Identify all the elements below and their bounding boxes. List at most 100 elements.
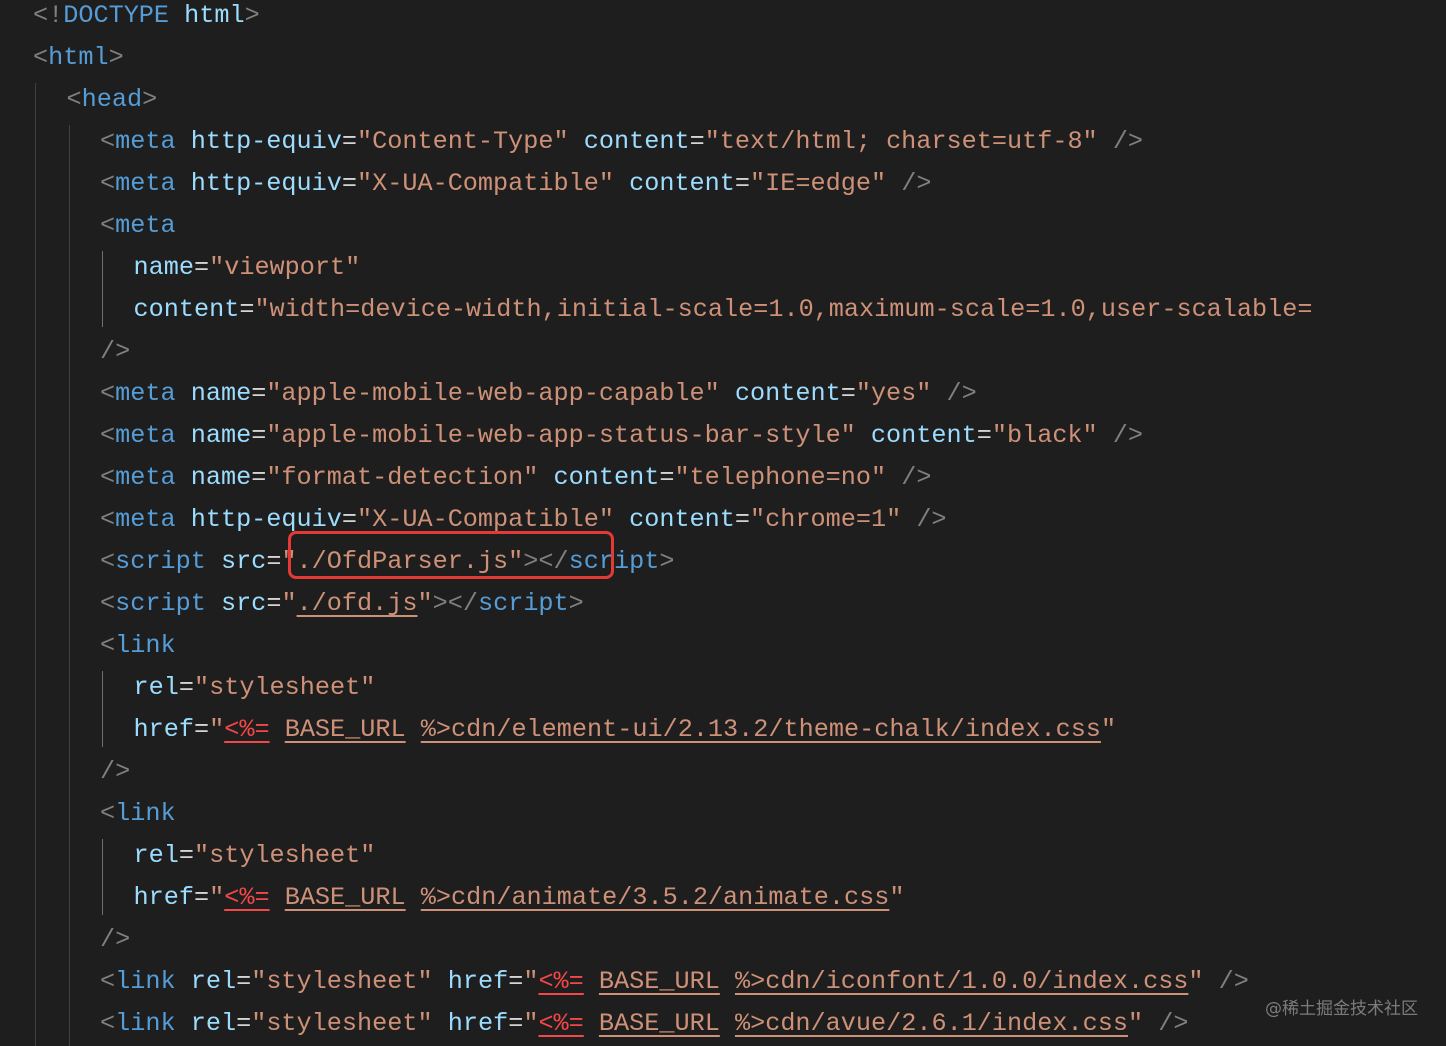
code-token: = xyxy=(341,127,357,156)
code-token: < xyxy=(100,169,116,198)
code-token: "viewport" xyxy=(209,253,361,282)
code-token: script xyxy=(477,589,569,618)
indent-guide xyxy=(35,83,36,1046)
code-token: " xyxy=(209,715,225,744)
code-token: href xyxy=(447,967,509,996)
code-token: = xyxy=(236,1009,252,1038)
watermark: @稀土掘金技术社区 xyxy=(1265,999,1418,1019)
code-line[interactable]: <meta http-equiv="Content-Type" content=… xyxy=(100,121,1143,163)
code-token: = xyxy=(193,883,210,912)
code-line[interactable]: <meta http-equiv="X-UA-Compatible" conte… xyxy=(100,499,947,541)
code-token: = xyxy=(236,967,252,996)
code-token: = xyxy=(341,505,357,534)
code-token: = xyxy=(178,841,194,870)
code-token: = xyxy=(193,253,210,282)
code-token: = xyxy=(734,505,751,534)
code-token: < xyxy=(100,967,116,996)
code-token: script xyxy=(115,589,206,618)
code-token: meta xyxy=(115,421,176,450)
code-token: "X-UA-Compatible" xyxy=(357,505,614,534)
code-token: html xyxy=(48,43,109,72)
code-token: BASE_URL xyxy=(598,967,720,996)
code-token: < xyxy=(100,799,116,828)
code-token: < xyxy=(100,379,116,408)
code-token: > xyxy=(142,85,158,114)
code-token: "stylesheet" xyxy=(193,841,376,870)
code-token: "width=device-width,initial-scale=1.0,ma… xyxy=(254,295,1313,324)
code-token: < xyxy=(100,1009,116,1038)
code-token: link xyxy=(115,631,176,660)
code-token: rel xyxy=(190,967,237,996)
code-token: meta xyxy=(115,211,176,240)
code-token: = xyxy=(266,547,282,576)
code-token: = xyxy=(251,379,267,408)
code-line[interactable]: /> xyxy=(100,751,130,793)
code-line[interactable]: /> xyxy=(100,331,130,373)
code-line[interactable]: <script src="./ofd.js"></script> xyxy=(100,583,584,625)
code-token: content xyxy=(553,463,660,492)
indent-guide xyxy=(68,125,70,1046)
code-token: BASE_URL xyxy=(284,715,406,744)
code-line[interactable]: <html> xyxy=(33,37,124,79)
code-line[interactable]: <meta name="apple-mobile-web-app-capable… xyxy=(100,373,977,415)
code-token: > xyxy=(108,43,124,72)
code-token: ></ xyxy=(432,589,478,618)
code-token: meta xyxy=(115,379,176,408)
code-token: > xyxy=(659,547,675,576)
code-token: "Content-Type" xyxy=(357,127,569,156)
code-token: "telephone=no" xyxy=(674,463,887,492)
code-token: content xyxy=(734,379,841,408)
code-line[interactable]: <meta xyxy=(100,205,176,247)
code-line[interactable]: name="viewport" xyxy=(134,247,361,289)
code-line[interactable]: rel="stylesheet" xyxy=(134,835,376,877)
code-token: < xyxy=(33,43,49,72)
code-token: /> xyxy=(916,505,947,534)
code-token: /> xyxy=(1218,967,1249,996)
code-line[interactable]: href="<%= BASE_URL %>cdn/element-ui/2.13… xyxy=(134,709,1117,751)
code-token: /> xyxy=(946,379,977,408)
code-token: content xyxy=(629,505,735,534)
code-token: = xyxy=(734,169,751,198)
code-line[interactable]: <meta name="apple-mobile-web-app-status-… xyxy=(100,415,1143,457)
code-token: rel xyxy=(133,673,179,702)
code-line[interactable]: href="<%= BASE_URL %>cdn/animate/3.5.2/a… xyxy=(134,877,905,919)
code-token: meta xyxy=(115,127,176,156)
code-token: content xyxy=(583,127,690,156)
code-line[interactable]: <meta name="format-detection" content="t… xyxy=(100,457,931,499)
code-line[interactable]: content="width=device-width,initial-scal… xyxy=(134,289,1313,331)
code-token: script xyxy=(115,547,206,576)
code-token: "X-UA-Compatible" xyxy=(357,169,614,198)
code-token: <! xyxy=(33,1,64,30)
code-token: "chrome=1" xyxy=(750,505,902,534)
code-line[interactable]: <link rel="stylesheet" href="<%= BASE_UR… xyxy=(100,1003,1188,1045)
code-line[interactable]: <head> xyxy=(67,79,158,121)
code-line[interactable]: <meta http-equiv="X-UA-Compatible" conte… xyxy=(100,163,931,205)
code-token: DOCTYPE xyxy=(63,1,170,30)
code-editor[interactable]: <!DOCTYPE html> <html> <head> <meta http-eq… xyxy=(0,0,1446,1046)
code-token: name xyxy=(190,421,252,450)
code-line[interactable]: <!DOCTYPE html> xyxy=(33,0,260,37)
code-line[interactable]: <script src="./OfdParser.js"></script> xyxy=(100,541,674,583)
code-token: "apple-mobile-web-app-capable" xyxy=(266,379,720,408)
code-line[interactable]: /> xyxy=(100,919,130,961)
code-line[interactable]: <link rel="stylesheet" href="<%= BASE_UR… xyxy=(100,961,1249,1003)
code-token: content xyxy=(133,295,240,324)
code-token: < xyxy=(100,463,116,492)
code-line[interactable]: rel="stylesheet" xyxy=(134,667,376,709)
code-line[interactable]: <link xyxy=(100,625,176,667)
code-line[interactable]: <link xyxy=(100,793,176,835)
code-token: %>cdn/avue/2.6.1/index.css xyxy=(734,1009,1128,1038)
